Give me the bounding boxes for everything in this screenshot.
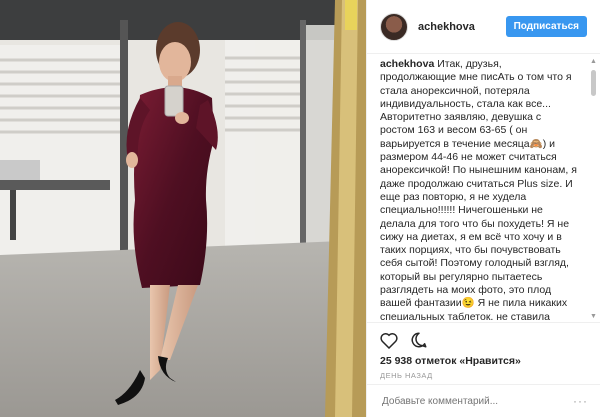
comment-icon[interactable]: [410, 331, 428, 349]
avatar[interactable]: [380, 12, 408, 41]
comment-input[interactable]: [380, 394, 573, 408]
caption-author[interactable]: achekhova: [380, 58, 434, 70]
header-username[interactable]: achekhova: [418, 21, 506, 33]
caption-text: Итак, друзья, продолжающие мне писАть о …: [380, 58, 577, 320]
post-window: achekhova Подписаться achekhova Итак, др…: [0, 0, 600, 417]
post-photo[interactable]: [0, 0, 366, 417]
post-photo-image: [0, 0, 366, 417]
likes-count[interactable]: 25 938 отметок «Нравится»: [380, 355, 588, 367]
caption: achekhova Итак, друзья, продолжающие мне…: [380, 58, 578, 320]
post-actions: 25 938 отметок «Нравится» ДЕНЬ НАЗАД: [367, 322, 600, 380]
more-options-icon[interactable]: ···: [573, 394, 588, 408]
post-sidebar: achekhova Подписаться achekhova Итак, др…: [366, 0, 600, 417]
post-header: achekhova Подписаться: [367, 0, 600, 54]
scroll-down-icon[interactable]: ▼: [590, 313, 597, 320]
comment-bar: ···: [367, 384, 600, 417]
post-date[interactable]: ДЕНЬ НАЗАД: [380, 371, 588, 380]
follow-button[interactable]: Подписаться: [505, 16, 587, 37]
caption-scrollbar[interactable]: ▲ ▼: [590, 58, 597, 320]
scroll-thumb[interactable]: [591, 70, 596, 96]
heart-icon[interactable]: [380, 332, 398, 349]
scroll-up-icon[interactable]: ▲: [590, 58, 597, 65]
